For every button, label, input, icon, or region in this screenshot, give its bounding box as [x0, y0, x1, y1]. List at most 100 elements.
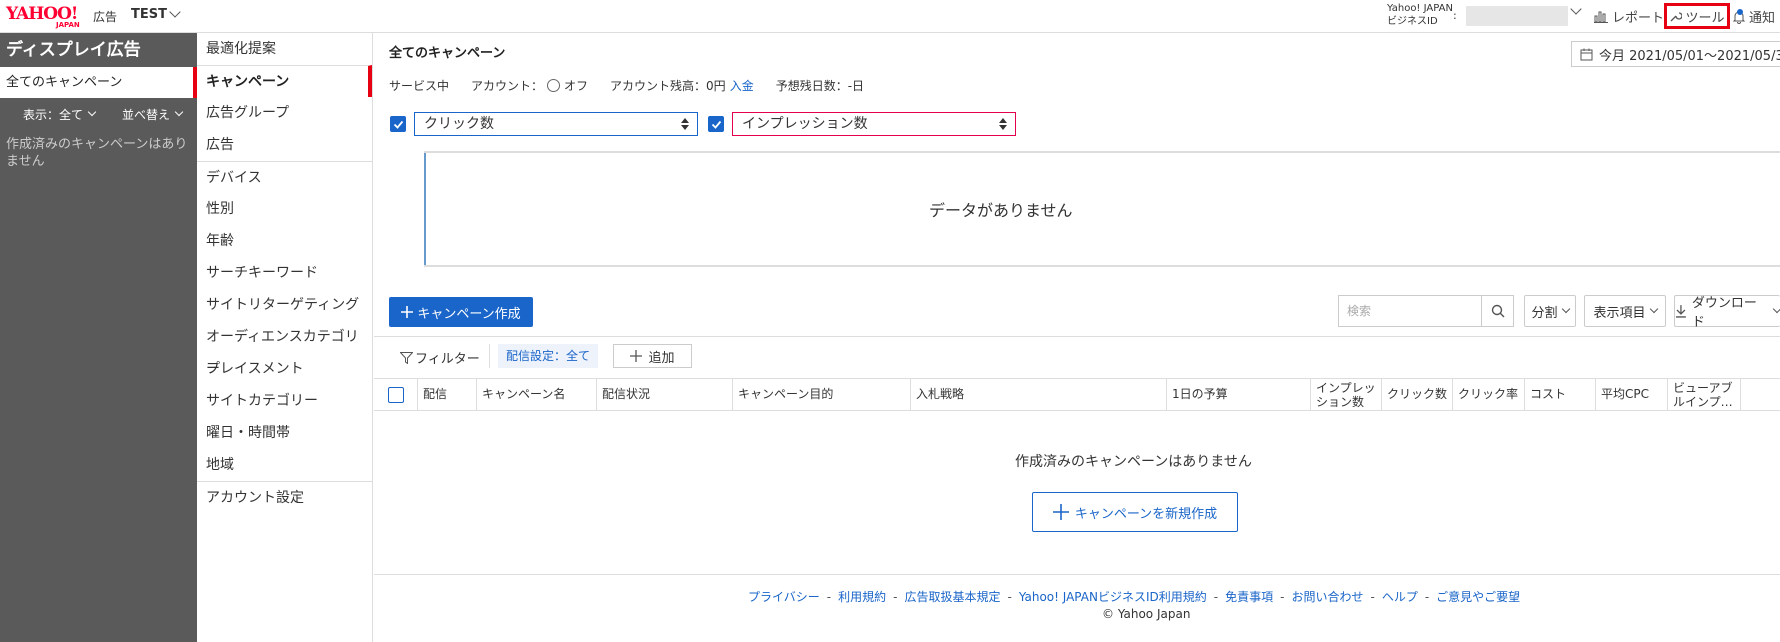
download-button[interactable]: ダウンロード	[1674, 295, 1780, 330]
chevron-down-icon	[1561, 304, 1570, 314]
footer-link-terms[interactable]: 利用規約	[838, 590, 886, 604]
metric2-row: インプレッション数	[708, 112, 1016, 136]
add-filter-button[interactable]: 追加	[613, 344, 692, 368]
plus-icon	[1052, 504, 1069, 520]
copyright: © Yahoo Japan	[1102, 607, 1191, 621]
notification-dot	[1737, 8, 1743, 15]
filter-chip-delivery[interactable]: 配信設定：全て	[498, 344, 599, 368]
create-campaign-button[interactable]: キャンペーン作成	[389, 297, 533, 327]
account-toggle[interactable]: アカウント： オフ	[471, 77, 588, 94]
filter-icon	[400, 351, 413, 364]
column-header[interactable]: 入札戦略	[910, 379, 1166, 410]
footer-link-help[interactable]: ヘルプ	[1382, 590, 1418, 604]
footer-link-bizid-terms[interactable]: Yahoo! JAPANビジネスID利用規約	[1019, 590, 1207, 604]
sidebar-title: ディスプレイ広告	[6, 40, 141, 60]
metric2-checkbox[interactable]	[708, 116, 724, 132]
column-header[interactable]: キャンペーン名	[476, 379, 596, 410]
column-header[interactable]: クリック数	[1381, 379, 1452, 410]
nav-item-region[interactable]: 地域	[197, 449, 372, 481]
account-switcher[interactable]: TEST	[131, 6, 181, 22]
split-label: 分割	[1531, 305, 1558, 321]
search-icon	[1491, 304, 1504, 318]
nav-item-adgroup[interactable]: 広告グループ	[197, 97, 372, 129]
metric1-checkbox[interactable]	[390, 116, 406, 132]
bell-icon	[1732, 8, 1746, 24]
bizid-chevron-down-icon[interactable]	[1570, 3, 1582, 15]
report-nav: 最適化提案 キャンペーン 広告グループ 広告 デバイス 性別 年齢 サーチキーワ…	[197, 33, 373, 642]
column-header[interactable]: 配信状況	[596, 379, 732, 410]
column-header[interactable]: キャンペーン目的	[732, 379, 910, 410]
service-status: サービス中	[389, 79, 450, 93]
nav-item-placement[interactable]: プレイスメント	[197, 353, 372, 385]
nav-item-ad[interactable]: 広告	[197, 129, 372, 161]
column-header[interactable]: ビューアブルインプ…	[1667, 379, 1740, 410]
nav-item-optimization[interactable]: 最適化提案	[197, 33, 372, 65]
column-header[interactable]: 配信	[417, 379, 476, 410]
column-header[interactable]: コスト	[1524, 379, 1595, 410]
footer-link-feedback[interactable]: ご意見やご要望	[1436, 590, 1520, 604]
bizid-label-line1: Yahoo! JAPAN	[1387, 3, 1453, 14]
sort-dropdown[interactable]: 並べ替え	[122, 106, 184, 123]
display-filter-label: 表示：全て	[23, 107, 84, 122]
campaign-table-header: 配信 キャンペーン名 配信状況 キャンペーン目的 入札戦略 1日の予算 インプレ…	[374, 378, 1780, 411]
split-button[interactable]: 分割	[1524, 295, 1576, 327]
notice-link[interactable]: 通知	[1732, 7, 1775, 26]
nav-item-age[interactable]: 年齢	[197, 225, 372, 257]
sort-updown-icon	[681, 118, 689, 130]
nav-item-gender[interactable]: 性別	[197, 193, 372, 225]
account-off-radio[interactable]	[547, 79, 561, 92]
column-header[interactable]: 1日の予算	[1166, 379, 1310, 410]
filter-bar: フィルター 配信設定：全て 追加	[374, 336, 1780, 376]
report-link[interactable]: レポート	[1594, 7, 1664, 26]
date-range-picker[interactable]: 今月 2021/05/01～2021/05/31	[1571, 41, 1780, 67]
campaign-sidebar: ディスプレイ広告 全てのキャンペーン 表示：全て 並べ替え 作成済みのキャンペー…	[0, 33, 197, 642]
footer-link-privacy[interactable]: プライバシー	[748, 590, 820, 604]
search-input[interactable]: 検索	[1338, 295, 1482, 327]
filter-button[interactable]: フィルター	[400, 348, 480, 367]
chart-empty-message: データがありません	[929, 201, 1073, 220]
tool-label: ツール	[1685, 10, 1725, 26]
footer-link-ad-rules[interactable]: 広告取扱基本規定	[904, 590, 1000, 604]
columns-label: 表示項目	[1593, 305, 1646, 321]
nav-item-account-settings[interactable]: アカウント設定	[197, 481, 372, 513]
column-header[interactable]: クリック率	[1452, 379, 1524, 410]
column-header[interactable]: インプレッション数	[1310, 379, 1381, 410]
nav-item-day-time[interactable]: 曜日・時間帯	[197, 417, 372, 449]
chart-axis	[424, 153, 426, 265]
metric1-select[interactable]: クリック数	[414, 112, 698, 136]
chevron-down-icon	[174, 107, 184, 117]
new-campaign-label: キャンペーンを新規作成	[1074, 506, 1218, 522]
yahoo-logo[interactable]: YAHOO! JAPAN	[6, 4, 90, 30]
footer-links: プライバシー - 利用規約 - 広告取扱基本規定 - Yahoo! JAPANビジネスID利…	[748, 590, 1521, 604]
calendar-icon	[1580, 48, 1593, 60]
deposit-link[interactable]: 入金	[730, 77, 754, 94]
column-header[interactable]: 平均CPC	[1595, 379, 1667, 410]
nav-item-search-keyword[interactable]: サーチキーワード	[197, 257, 372, 289]
bizid-value-masked	[1466, 6, 1568, 26]
table-empty-message: 作成済みのキャンペーンはありません	[1015, 454, 1252, 470]
sidebar-item-all-campaigns[interactable]: 全てのキャンペーン	[0, 67, 197, 98]
account-balance: アカウント残高：0円 入金	[610, 77, 754, 94]
metric2-select[interactable]: インプレッション数	[732, 112, 1016, 136]
nav-item-campaign[interactable]: キャンペーン	[197, 65, 372, 97]
bizid-label-line2: ビジネスID	[1387, 16, 1438, 27]
nav-item-site-category[interactable]: サイトカテゴリー	[197, 385, 372, 417]
nav-item-device[interactable]: デバイス	[197, 161, 372, 193]
ad-label: 広告	[93, 10, 118, 24]
plus-icon	[630, 350, 643, 362]
select-all-checkbox[interactable]	[388, 387, 404, 403]
footer-link-disclaimer[interactable]: 免責事項	[1225, 590, 1273, 604]
tool-link[interactable]: ツール	[1664, 3, 1730, 29]
bar-chart-icon	[1594, 11, 1608, 23]
logo-sub-text: JAPAN	[56, 21, 80, 29]
new-campaign-button[interactable]: キャンペーンを新規作成	[1032, 492, 1238, 532]
chevron-down-icon	[87, 107, 97, 117]
columns-button[interactable]: 表示項目	[1584, 295, 1666, 327]
footer-link-contact[interactable]: お問い合わせ	[1291, 590, 1363, 604]
account-toggle-value: オフ	[564, 79, 589, 93]
nav-item-site-retargeting[interactable]: サイトリターゲティング	[197, 289, 372, 321]
account-toggle-label: アカウント：	[471, 79, 544, 93]
display-filter-dropdown[interactable]: 表示：全て	[23, 106, 97, 123]
search-button[interactable]	[1482, 295, 1514, 327]
nav-item-audience-category[interactable]: オーディエンスカテゴリー	[197, 321, 372, 377]
